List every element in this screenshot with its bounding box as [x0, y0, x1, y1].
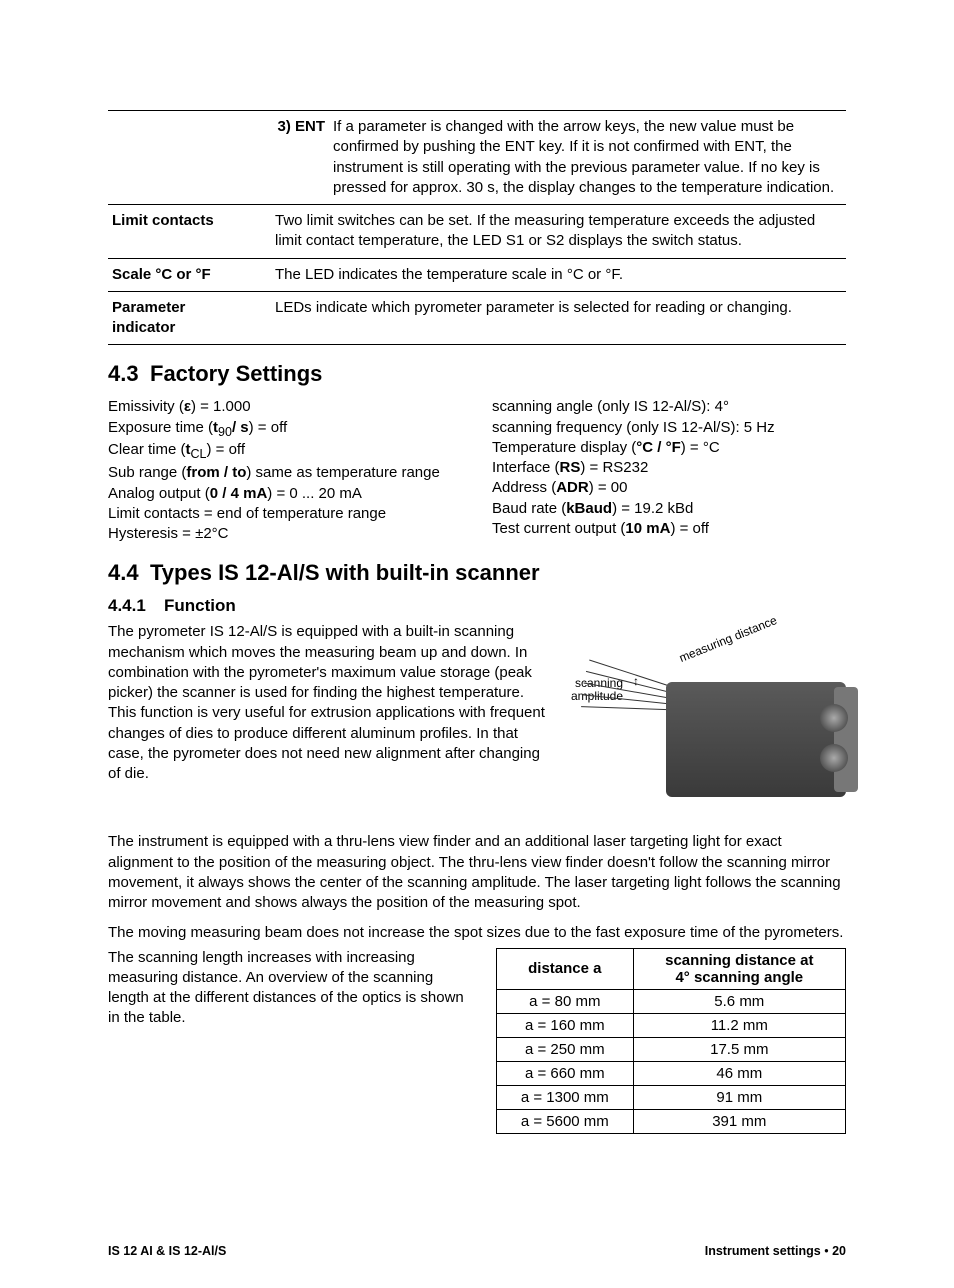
page-footer: IS 12 AI & IS 12-Al/S Instrument setting… [0, 1244, 954, 1288]
lower-text: The scanning length increases with incre… [108, 948, 476, 1039]
setting-line: Analog output (0 / 4 mA) = 0 ... 20 mA [108, 484, 462, 504]
table-row: Limit contacts Two limit switches can be… [108, 205, 846, 259]
table-cell: 11.2 mm [633, 1013, 845, 1037]
row-text: If a parameter is changed with the arrow… [329, 111, 846, 205]
table-row: Parameter indicator LEDs indicate which … [108, 291, 846, 345]
footer-left: IS 12 AI & IS 12-Al/S [108, 1244, 226, 1258]
table-cell: 17.5 mm [633, 1037, 845, 1061]
setting-line: scanning angle (only IS 12-Al/S): 4° [492, 397, 846, 417]
definitions-table: 3) ENT If a parameter is changed with th… [108, 110, 846, 345]
setting-line: Emissivity (ε) = 1.000 [108, 397, 462, 417]
table-header: scanning distance at4° scanning angle [633, 948, 845, 989]
label-line: indicator [112, 319, 175, 336]
table-row: a = 5600 mm391 mm [497, 1109, 846, 1133]
section-title: Types IS 12-Al/S with built-in scanner [150, 560, 540, 585]
row-label [108, 111, 271, 205]
setting-line: Exposure time (t90/ s) = off [108, 418, 462, 441]
row-label: Parameter indicator [108, 291, 271, 345]
settings-left-column: Emissivity (ε) = 1.000 Exposure time (t9… [108, 397, 462, 544]
section-heading-4-3: 4.3Factory Settings [108, 361, 846, 387]
device-body [666, 682, 846, 797]
subsection-number: 4.4.1 [108, 596, 164, 616]
function-text: The pyrometer IS 12-Al/S is equipped wit… [108, 622, 553, 794]
setting-line: Hysteresis = ±2°C [108, 524, 462, 544]
table-cell: a = 80 mm [497, 989, 634, 1013]
page-content: 3) ENT If a parameter is changed with th… [0, 0, 954, 1174]
device-front [834, 687, 858, 792]
table-cell: 5.6 mm [633, 989, 845, 1013]
paragraph: The scanning length increases with incre… [108, 948, 476, 1029]
section-title: Factory Settings [150, 361, 322, 386]
table-cell: 91 mm [633, 1085, 845, 1109]
row-text: The LED indicates the temperature scale … [271, 258, 846, 291]
setting-line: Interface (RS) = RS232 [492, 458, 846, 478]
scanning-distance-table: distance a scanning distance at4° scanni… [496, 948, 846, 1134]
table-row: a = 250 mm17.5 mm [497, 1037, 846, 1061]
table-header-row: distance a scanning distance at4° scanni… [497, 948, 846, 989]
function-row: The pyrometer IS 12-Al/S is equipped wit… [108, 622, 846, 822]
section-number: 4.4 [108, 560, 150, 586]
measuring-distance-label: measuring distance [677, 613, 779, 665]
setting-line: scanning frequency (only IS 12-Al/S): 5 … [492, 418, 846, 438]
lower-row: The scanning length increases with incre… [108, 948, 846, 1134]
setting-line: Address (ADR) = 00 [492, 478, 846, 498]
table-header: distance a [497, 948, 634, 989]
setting-line: Baud rate (kBaud) = 19.2 kBd [492, 499, 846, 519]
scanning-amplitude-label: scanningamplitude [571, 677, 623, 703]
table-row: 3) ENT If a parameter is changed with th… [108, 111, 846, 205]
row-text: LEDs indicate which pyrometer parameter … [271, 291, 846, 345]
setting-line: Clear time (tCL) = off [108, 440, 462, 463]
footer-right: Instrument settings • 20 [705, 1244, 846, 1258]
setting-line: Temperature display (°C / °F) = °C [492, 438, 846, 458]
subsection-title: Function [164, 596, 236, 615]
setting-line: Sub range (from / to) same as temperatur… [108, 463, 462, 483]
sub-key: 3) ENT [271, 111, 329, 205]
factory-settings-columns: Emissivity (ε) = 1.000 Exposure time (t9… [108, 397, 846, 544]
table-cell: a = 160 mm [497, 1013, 634, 1037]
label-line: Parameter [112, 299, 185, 316]
table-cell: 391 mm [633, 1109, 845, 1133]
table-row: a = 80 mm5.6 mm [497, 989, 846, 1013]
paragraph: The moving measuring beam does not incre… [108, 923, 846, 943]
scanner-figure: measuring distance scanningamplitude ↕ [571, 622, 846, 822]
table-row: a = 660 mm46 mm [497, 1061, 846, 1085]
table-row: Scale °C or °F The LED indicates the tem… [108, 258, 846, 291]
settings-right-column: scanning angle (only IS 12-Al/S): 4° sca… [492, 397, 846, 544]
device-illustration: measuring distance scanningamplitude ↕ [571, 622, 846, 822]
section-number: 4.3 [108, 361, 150, 387]
row-text: Two limit switches can be set. If the me… [271, 205, 846, 259]
paragraph: The instrument is equipped with a thru-l… [108, 832, 846, 913]
table-cell: a = 250 mm [497, 1037, 634, 1061]
row-label: Limit contacts [108, 205, 271, 259]
table-cell: a = 1300 mm [497, 1085, 634, 1109]
table-cell: 46 mm [633, 1061, 845, 1085]
table-cell: a = 660 mm [497, 1061, 634, 1085]
table-row: a = 1300 mm91 mm [497, 1085, 846, 1109]
table-cell: a = 5600 mm [497, 1109, 634, 1133]
table-row: a = 160 mm11.2 mm [497, 1013, 846, 1037]
subsection-heading-4-4-1: 4.4.1Function [108, 596, 846, 616]
setting-line: Test current output (10 mA) = off [492, 519, 846, 539]
row-label: Scale °C or °F [108, 258, 271, 291]
setting-line: Limit contacts = end of temperature rang… [108, 504, 462, 524]
paragraph: The pyrometer IS 12-Al/S is equipped wit… [108, 622, 553, 784]
section-heading-4-4: 4.4Types IS 12-Al/S with built-in scanne… [108, 560, 846, 586]
